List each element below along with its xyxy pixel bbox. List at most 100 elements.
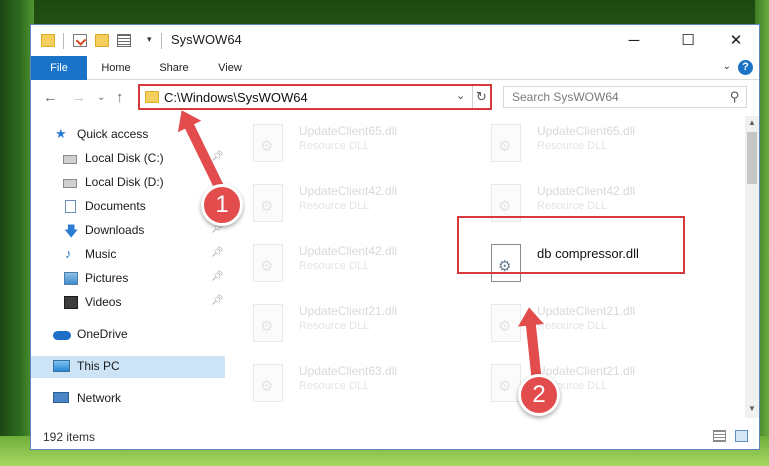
title-bar: ▾ SysWOW64 ─ ☐ ✕	[31, 25, 759, 56]
dll-file-icon	[491, 124, 521, 162]
search-input[interactable]: Search SysWOW64 ⚲	[503, 86, 747, 108]
computer-icon	[53, 360, 70, 372]
file-type: Resource DLL	[537, 200, 608, 212]
search-placeholder: Search SysWOW64	[512, 90, 619, 104]
music-icon: ♪	[65, 246, 72, 261]
download-icon: 🡇	[64, 223, 79, 239]
pin-icon[interactable]: 📌︎	[211, 295, 224, 306]
dll-file-icon	[253, 124, 283, 162]
videos-icon	[64, 296, 78, 309]
dll-file-icon	[253, 364, 283, 402]
forward-arrow-icon[interactable]: →	[71, 89, 86, 106]
nav-label: Documents	[85, 199, 146, 213]
pictures-icon	[64, 272, 78, 285]
status-bar: 192 items	[31, 424, 759, 449]
refresh-icon[interactable]: ↻	[472, 86, 490, 108]
file-name: UpdateClient42.dll	[537, 184, 636, 198]
quick-access-toolbar-dropdown-icon[interactable]: ▾	[147, 34, 152, 45]
file-type: Resource DLL	[537, 320, 608, 332]
separator	[63, 33, 64, 49]
file-type: Resource DLL	[299, 260, 370, 272]
expand-ribbon-chevron-icon[interactable]: ⌄	[723, 61, 731, 72]
scroll-up-arrow-icon[interactable]: ▲	[748, 118, 756, 127]
tab-view[interactable]: View	[205, 56, 255, 80]
file-name: UpdateClient63.dll	[299, 364, 398, 378]
customize-view-icon[interactable]	[117, 34, 131, 47]
tab-share[interactable]: Share	[147, 56, 201, 80]
dll-file-icon	[491, 364, 521, 402]
highlight-box	[457, 216, 685, 274]
new-folder-icon[interactable]	[95, 34, 109, 47]
properties-icon[interactable]	[73, 34, 87, 47]
item-count: 192 items	[43, 430, 96, 444]
pin-icon[interactable]: 📌︎	[211, 151, 224, 162]
file-name: UpdateClient65.dll	[299, 124, 398, 138]
nav-label: Quick access	[77, 127, 149, 141]
scrollbar-thumb[interactable]	[747, 132, 757, 184]
file-item[interactable]: UpdateClient63.dll Resource DLL	[225, 362, 445, 410]
callout-1-badge: 1	[201, 184, 243, 226]
folder-icon	[145, 91, 159, 103]
file-item[interactable]: UpdateClient65.dll Resource DLL	[225, 122, 445, 170]
file-type: Resource DLL	[299, 320, 370, 332]
callout-2-badge: 2	[518, 374, 560, 416]
minimize-button[interactable]: ─	[611, 25, 657, 56]
recent-locations-chevron-icon[interactable]: ⌄	[97, 92, 105, 103]
scroll-down-arrow-icon[interactable]: ▼	[748, 404, 756, 413]
documents-icon	[65, 200, 76, 213]
dll-file-icon	[253, 184, 283, 222]
pin-icon[interactable]: 📌︎	[211, 247, 224, 258]
large-icons-view-icon[interactable]	[735, 430, 748, 442]
file-type: Resource DLL	[299, 200, 370, 212]
nav-label: Pictures	[85, 271, 129, 285]
help-button[interactable]: ?	[738, 60, 753, 75]
tab-home[interactable]: Home	[89, 56, 143, 80]
search-icon[interactable]: ⚲	[730, 89, 740, 105]
cloud-icon	[53, 331, 71, 340]
file-item[interactable]: UpdateClient42.dll Resource DLL	[225, 182, 445, 230]
nav-item-videos[interactable]: Videos 📌︎	[31, 292, 225, 314]
network-icon	[53, 392, 69, 403]
maximize-button[interactable]: ☐	[665, 25, 711, 56]
nav-label: Music	[85, 247, 117, 261]
details-view-icon[interactable]	[713, 430, 726, 442]
file-name: UpdateClient21.dll	[299, 304, 398, 318]
nav-label: Local Disk (D:)	[85, 175, 164, 189]
file-item[interactable]: UpdateClient21.dll Resource DLL	[225, 302, 445, 350]
nav-item-pictures[interactable]: Pictures 📌︎	[31, 268, 225, 290]
file-name: UpdateClient65.dll	[537, 124, 636, 138]
folder-icon	[41, 34, 55, 47]
file-item[interactable]: UpdateClient21.dll Resource DLL	[463, 302, 683, 350]
address-path[interactable]: C:\Windows\SysWOW64	[164, 90, 308, 105]
nav-item-music[interactable]: ♪ Music 📌︎	[31, 244, 225, 266]
file-name: UpdateClient21.dll	[537, 364, 636, 378]
up-arrow-icon[interactable]: ↑	[116, 89, 124, 106]
ribbon-tabs: File Home Share View ⌄ ?	[31, 56, 759, 80]
nav-label: Network	[77, 391, 122, 405]
separator	[161, 33, 162, 49]
drive-icon	[63, 155, 77, 164]
background-trees	[0, 0, 34, 466]
nav-item-onedrive[interactable]: OneDrive	[31, 324, 225, 346]
vertical-scrollbar[interactable]: ▲ ▼	[745, 116, 759, 418]
nav-item-this-pc[interactable]: This PC	[31, 356, 225, 378]
file-item[interactable]: UpdateClient65.dll Resource DLL	[463, 122, 683, 170]
nav-item-local-disk-d[interactable]: Local Disk (D:)	[31, 172, 225, 194]
file-name: UpdateClient42.dll	[299, 184, 398, 198]
file-item[interactable]: UpdateClient42.dll Resource DLL	[225, 242, 445, 290]
file-name: UpdateClient21.dll	[537, 304, 636, 318]
nav-item-downloads[interactable]: 🡇 Downloads 📌︎	[31, 220, 225, 242]
file-type: Resource DLL	[299, 140, 370, 152]
tab-file[interactable]: File	[31, 56, 87, 80]
dll-file-icon	[253, 304, 283, 342]
nav-label: This PC	[77, 359, 120, 373]
close-button[interactable]: ✕	[713, 25, 759, 56]
address-dropdown-icon[interactable]: ⌄	[456, 89, 465, 102]
nav-label: OneDrive	[77, 327, 128, 341]
nav-item-documents[interactable]: Documents	[31, 196, 225, 218]
nav-item-network[interactable]: Network	[31, 388, 225, 410]
nav-label: Downloads	[85, 223, 145, 237]
back-arrow-icon[interactable]: ←	[43, 89, 58, 106]
file-item[interactable]: UpdateClient21.dll Resource DLL	[463, 362, 683, 410]
pin-icon[interactable]: 📌︎	[211, 271, 224, 282]
